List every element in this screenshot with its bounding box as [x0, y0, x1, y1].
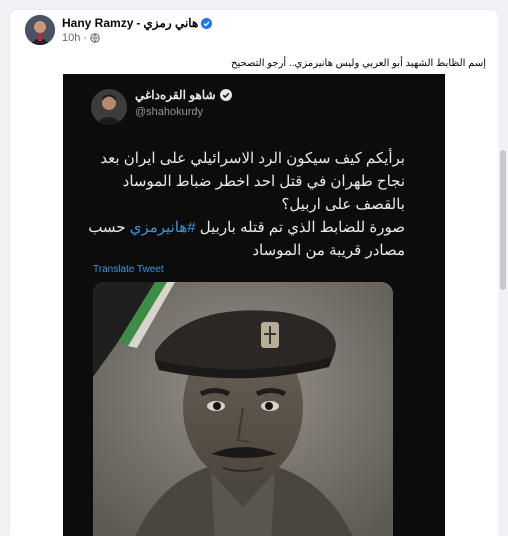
- meta-dot: ·: [83, 32, 88, 44]
- tweet-line: مصادر قريبة من الموساد: [252, 242, 405, 259]
- tweet-line: برأيكم كيف سيكون الرد الاسرائيلي على اير…: [100, 150, 405, 167]
- verified-badge-icon: [219, 89, 232, 101]
- author-name-ar[interactable]: هاني رمزي: [143, 16, 198, 30]
- facebook-post-card: Hany Ramzy - هاني رمزي 10h · إسم الظابط …: [10, 10, 498, 536]
- tweet-line-part: صورة للضابط الذي تم قتله باربيل: [199, 219, 405, 236]
- tweet-author-name-text: شاهو القرەداغي: [135, 88, 216, 102]
- author-line: Hany Ramzy - هاني رمزي: [62, 16, 213, 30]
- tweet-line: صورة للضابط الذي تم قتله باربيل #هانيرمز…: [88, 216, 405, 239]
- tweet-author-handle: @shahokurdy: [135, 106, 204, 118]
- author-name-en[interactable]: Hany Ramzy: [62, 16, 133, 30]
- tweet-author-avatar: [91, 89, 127, 125]
- verified-badge-icon: [201, 17, 213, 29]
- tweet-photo: [93, 282, 393, 536]
- post-text: إسم الظابط الشهيد أبو العربي وليس هانيرم…: [231, 58, 486, 69]
- post-meta: 10h ·: [62, 32, 100, 44]
- translate-tweet-link[interactable]: Translate Tweet: [93, 264, 164, 275]
- scrollbar-thumb[interactable]: [500, 150, 506, 290]
- tweet-hashtag[interactable]: #هانيرمزي: [130, 219, 196, 236]
- author-separator: -: [136, 16, 141, 30]
- post-time[interactable]: 10h: [62, 32, 80, 44]
- tweet-text: برأيكم كيف سيكون الرد الاسرائيلي على اير…: [88, 147, 405, 262]
- tweet-line: نجاح طهران في قتل احد اخطر ضباط الموساد: [122, 173, 405, 190]
- tweet-author-name: شاهو القرەداغي: [135, 88, 232, 102]
- post-header: Hany Ramzy - هاني رمزي 10h ·: [10, 10, 498, 50]
- globe-icon: [90, 33, 100, 43]
- tweet-line-part: حسب: [88, 219, 126, 236]
- tweet-screenshot[interactable]: شاهو القرەداغي @shahokurdy برأيكم كيف سي…: [63, 74, 445, 536]
- author-avatar[interactable]: [25, 15, 55, 45]
- tweet-line: بالقصف على اربيل؟: [281, 196, 405, 213]
